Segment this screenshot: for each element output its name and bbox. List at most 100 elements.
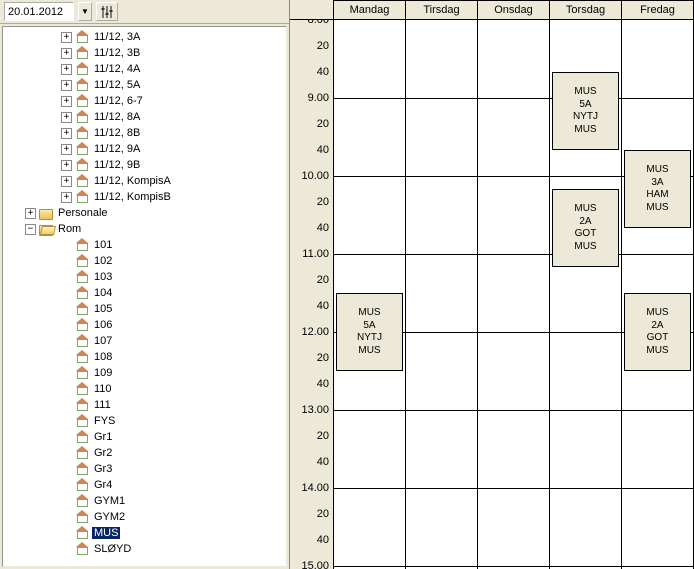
calendar-event[interactable]: MUS5ANYTJMUS xyxy=(552,72,619,150)
tree-item-class[interactable]: +11/12, 9A xyxy=(7,141,286,157)
tree-toggle[interactable]: − xyxy=(25,224,36,235)
tree-label[interactable]: 106 xyxy=(92,319,114,331)
tree-item-room[interactable]: 101 xyxy=(7,237,286,253)
tree-item-room[interactable]: GYM1 xyxy=(7,493,286,509)
hour-line xyxy=(478,176,549,177)
tree-item-room[interactable]: Gr4 xyxy=(7,477,286,493)
calendar-day-header: Torsdag xyxy=(550,0,622,20)
tree-view[interactable]: +11/12, 3A+11/12, 3B+11/12, 4A+11/12, 5A… xyxy=(2,26,287,567)
tree-item-room[interactable]: 110 xyxy=(7,381,286,397)
tree-label[interactable]: 11/12, 9A xyxy=(92,143,142,155)
tree-toggle[interactable]: + xyxy=(61,112,72,123)
house-icon xyxy=(75,526,89,540)
calendar-event[interactable]: MUS3AHAMMUS xyxy=(624,150,691,228)
tree-label[interactable]: SLØYD xyxy=(92,543,133,555)
tree-label[interactable]: Gr3 xyxy=(92,463,114,475)
tree-item-room[interactable]: GYM2 xyxy=(7,509,286,525)
tree-toggle[interactable]: + xyxy=(25,208,36,219)
tree-item-room[interactable]: Gr3 xyxy=(7,461,286,477)
tree-item-room[interactable]: 103 xyxy=(7,269,286,285)
day-column[interactable] xyxy=(406,20,478,569)
tree-label[interactable]: 11/12, 8A xyxy=(92,111,142,123)
tree-label[interactable]: Gr4 xyxy=(92,479,114,491)
tree-toggle[interactable]: + xyxy=(61,176,72,187)
settings-button[interactable] xyxy=(96,2,118,21)
sliders-icon xyxy=(100,5,114,19)
tree-label[interactable]: 110 xyxy=(92,383,114,395)
tree-label[interactable]: 11/12, 3B xyxy=(92,47,142,59)
calendar-event[interactable]: MUS2AGOTMUS xyxy=(624,293,691,371)
tree-label[interactable]: 105 xyxy=(92,303,114,315)
tree-item-room[interactable]: 102 xyxy=(7,253,286,269)
tree-toggle[interactable]: + xyxy=(61,64,72,75)
tree-toggle[interactable]: + xyxy=(61,48,72,59)
tree-label[interactable]: 11/12, KompisB xyxy=(92,191,173,203)
date-dropdown-button[interactable]: ▼ xyxy=(78,2,92,21)
tree-label[interactable]: 102 xyxy=(92,255,114,267)
tree-item-room[interactable]: 111 xyxy=(7,397,286,413)
date-input[interactable]: 20.01.2012 xyxy=(4,2,74,21)
tree-label[interactable]: GYM2 xyxy=(92,511,127,523)
tree-label[interactable]: 103 xyxy=(92,271,114,283)
tree-label[interactable]: 11/12, 6-7 xyxy=(92,95,145,107)
tree-item-room[interactable]: 104 xyxy=(7,285,286,301)
tree-item-room[interactable]: 105 xyxy=(7,301,286,317)
tree-label[interactable]: 107 xyxy=(92,335,114,347)
tree-label[interactable]: 11/12, 8B xyxy=(92,127,142,139)
tree-item-class[interactable]: +11/12, KompisA xyxy=(7,173,286,189)
tree-label[interactable]: Gr2 xyxy=(92,447,114,459)
tree-label[interactable]: 101 xyxy=(92,239,114,251)
tree-item-room[interactable]: Gr1 xyxy=(7,429,286,445)
tree-item-room[interactable]: 109 xyxy=(7,365,286,381)
tree-label[interactable]: MUS xyxy=(92,527,120,539)
tree-item-class[interactable]: +11/12, 4A xyxy=(7,61,286,77)
tree-toggle[interactable]: + xyxy=(61,128,72,139)
tree-item-room[interactable]: FYS xyxy=(7,413,286,429)
tree-item-class[interactable]: +11/12, 5A xyxy=(7,77,286,93)
tree-item-class[interactable]: +11/12, 8B xyxy=(7,125,286,141)
day-column[interactable]: MUS5ANYTJMUS xyxy=(334,20,406,569)
tree-label[interactable]: 11/12, 3A xyxy=(92,31,142,43)
tree-label[interactable]: 104 xyxy=(92,287,114,299)
tree-item-class[interactable]: +11/12, 3B xyxy=(7,45,286,61)
tree-item-class[interactable]: +11/12, 8A xyxy=(7,109,286,125)
calendar-event[interactable]: MUS2AGOTMUS xyxy=(552,189,619,267)
tree-item-room[interactable]: Gr2 xyxy=(7,445,286,461)
tree-toggle[interactable]: + xyxy=(61,32,72,43)
tree-label[interactable]: 111 xyxy=(92,399,113,411)
day-column[interactable]: MUS3AHAMMUS MUS2AGOTMUS xyxy=(622,20,694,569)
tree-label[interactable]: 108 xyxy=(92,351,114,363)
tree-item-class[interactable]: +11/12, KompisB xyxy=(7,189,286,205)
tree-label[interactable]: 109 xyxy=(92,367,114,379)
calendar-event[interactable]: MUS5ANYTJMUS xyxy=(336,293,403,371)
day-column[interactable]: MUS5ANYTJMUS MUS2AGOTMUS xyxy=(550,20,622,569)
tree-item-folder-rom[interactable]: − Rom xyxy=(7,221,286,237)
tree-toggle[interactable]: + xyxy=(61,96,72,107)
tree-label[interactable]: Personale xyxy=(56,207,110,219)
tree-item-class[interactable]: +11/12, 6-7 xyxy=(7,93,286,109)
tree-label[interactable]: 11/12, 5A xyxy=(92,79,142,91)
tree-label[interactable]: 11/12, KompisA xyxy=(92,175,173,187)
calendar-grid[interactable]: MUS5ANYTJMUSMUS5ANYTJMUSMUS2AGOTMUSMUS3A… xyxy=(334,20,694,569)
tree-toggle[interactable]: + xyxy=(61,160,72,171)
tree-item-room[interactable]: SLØYD xyxy=(7,541,286,557)
tree-item-room[interactable]: 107 xyxy=(7,333,286,349)
tree-label[interactable]: 11/12, 4A xyxy=(92,63,142,75)
tree-label[interactable]: Rom xyxy=(56,223,83,235)
tree-label[interactable]: GYM1 xyxy=(92,495,127,507)
tree-item-room[interactable]: 106 xyxy=(7,317,286,333)
tree-toggle[interactable]: + xyxy=(61,80,72,91)
tree-toggle[interactable]: + xyxy=(61,192,72,203)
tree-item-folder-personale[interactable]: + Personale xyxy=(7,205,286,221)
tree-toggle[interactable]: + xyxy=(61,144,72,155)
time-label: 20 xyxy=(317,430,329,442)
event-line: MUS xyxy=(625,202,690,215)
day-column[interactable] xyxy=(478,20,550,569)
tree-item-class[interactable]: +11/12, 3A xyxy=(7,29,286,45)
tree-item-room[interactable]: 108 xyxy=(7,349,286,365)
tree-item-class[interactable]: +11/12, 9B xyxy=(7,157,286,173)
tree-item-room[interactable]: MUS xyxy=(7,525,286,541)
tree-label[interactable]: Gr1 xyxy=(92,431,114,443)
tree-label[interactable]: FYS xyxy=(92,415,117,427)
tree-label[interactable]: 11/12, 9B xyxy=(92,159,142,171)
